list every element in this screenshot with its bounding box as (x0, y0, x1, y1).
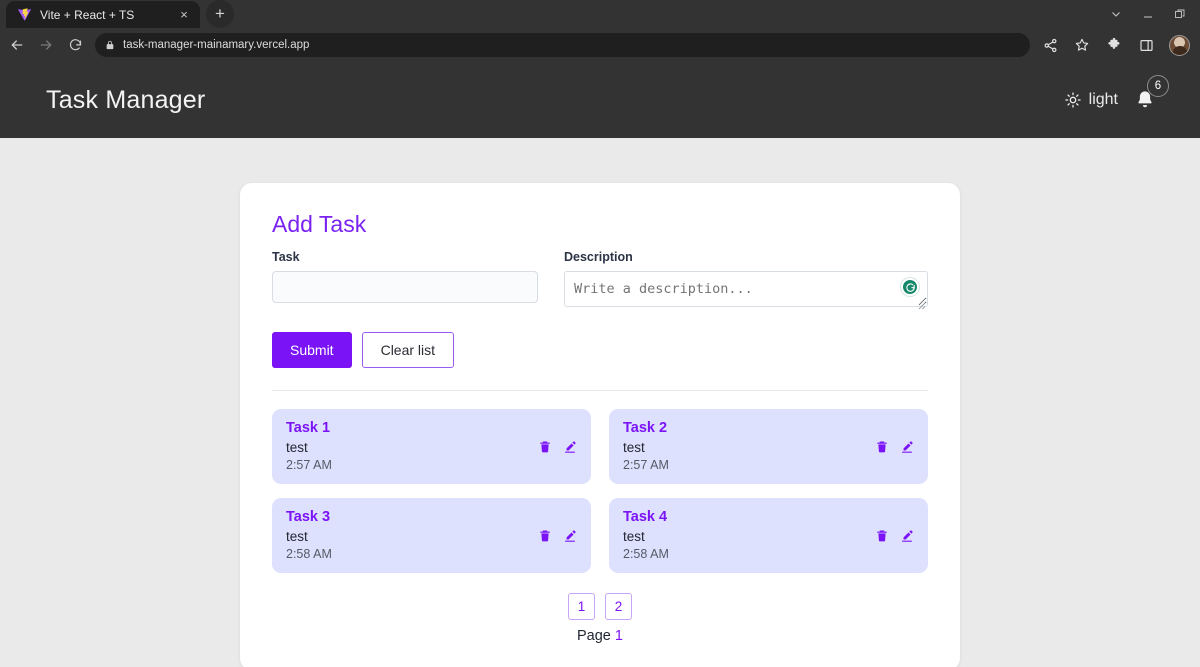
notifications-button[interactable]: 6 (1130, 75, 1169, 115)
page-title: Task Manager (46, 85, 206, 114)
task-description: test (286, 440, 308, 455)
grammarly-icon[interactable] (901, 278, 919, 296)
task-description: test (286, 529, 308, 544)
task-label: Task (272, 250, 300, 264)
browser-toolbar: task-manager-mainamary.vercel.app (0, 28, 1200, 62)
restore-icon[interactable] (1174, 8, 1186, 20)
task-input[interactable] (272, 271, 538, 303)
page-viewport: Task Manager light 6 Add Task Task Descr… (0, 62, 1200, 667)
task-actions (538, 440, 577, 454)
new-tab-button[interactable]: + (206, 0, 234, 28)
extensions-icon[interactable] (1105, 36, 1123, 54)
browser-window: Vite + React + TS × + task-manager-maina… (0, 0, 1200, 667)
task-description: test (623, 529, 645, 544)
sun-icon (1064, 91, 1082, 109)
pencil-icon[interactable] (900, 529, 914, 543)
page-status-prefix: Page (577, 628, 611, 644)
task-actions (875, 529, 914, 543)
trash-icon[interactable] (875, 440, 889, 454)
task-description: test (623, 440, 645, 455)
task-title: Task 4 (623, 509, 668, 525)
trash-icon[interactable] (538, 440, 552, 454)
pencil-icon[interactable] (563, 529, 577, 543)
window-controls (1110, 0, 1200, 28)
vite-logo-icon (18, 8, 31, 21)
url-text: task-manager-mainamary.vercel.app (123, 39, 310, 51)
task-title: Task 3 (286, 509, 331, 525)
address-bar[interactable]: task-manager-mainamary.vercel.app (95, 33, 1030, 57)
theme-label: light (1088, 91, 1118, 108)
description-label: Description (564, 250, 633, 264)
pencil-icon[interactable] (563, 440, 577, 454)
pagination: 1 2 (272, 593, 928, 620)
task-time: 2:58 AM (623, 547, 669, 561)
page-status-current: 1 (614, 628, 623, 644)
task-card[interactable]: Task 2 test 2:57 AM (609, 409, 928, 484)
section-title: Add Task (272, 211, 367, 237)
minimize-icon[interactable] (1142, 8, 1154, 20)
profile-avatar[interactable] (1169, 34, 1190, 56)
notification-badge: 6 (1147, 75, 1169, 97)
tab-title: Vite + React + TS (40, 7, 135, 22)
trash-icon[interactable] (875, 529, 889, 543)
browser-tab[interactable]: Vite + React + TS × (6, 1, 200, 28)
lock-icon (105, 40, 115, 50)
divider (272, 390, 928, 391)
page-button-1[interactable]: 1 (568, 593, 595, 620)
task-time: 2:57 AM (286, 458, 332, 472)
description-field-group: Description (564, 250, 928, 312)
share-icon[interactable] (1041, 36, 1059, 54)
side-panel-icon[interactable] (1137, 36, 1155, 54)
task-card[interactable]: Task 1 test 2:57 AM (272, 409, 591, 484)
form-buttons: Submit Clear list (272, 332, 928, 368)
header-actions: light 6 (1064, 75, 1169, 115)
resize-handle[interactable] (918, 302, 926, 310)
clear-list-button[interactable]: Clear list (361, 332, 455, 368)
add-task-form: Task Description (272, 250, 928, 312)
task-time: 2:57 AM (623, 458, 669, 472)
task-field-group: Task (272, 250, 538, 312)
task-actions (875, 440, 914, 454)
trash-icon[interactable] (538, 529, 552, 543)
tab-close-icon[interactable]: × (176, 7, 192, 23)
task-actions (538, 529, 577, 543)
back-button[interactable] (4, 32, 30, 58)
task-time: 2:58 AM (286, 547, 332, 561)
reload-button[interactable] (62, 32, 88, 58)
star-icon[interactable] (1073, 36, 1091, 54)
chevron-down-icon[interactable] (1110, 8, 1122, 20)
description-input[interactable] (564, 271, 928, 307)
task-manager-card: Add Task Task Description Write a descri… (240, 183, 960, 667)
task-card[interactable]: Task 3 test 2:58 AM (272, 498, 591, 573)
submit-button[interactable]: Submit (272, 332, 352, 368)
page-status: Page 1 (272, 628, 928, 644)
toolbar-icons (1039, 34, 1190, 56)
pencil-icon[interactable] (900, 440, 914, 454)
page-button-2[interactable]: 2 (605, 593, 632, 620)
content-area: Add Task Task Description Write a descri… (0, 138, 1200, 667)
tab-strip: Vite + React + TS × + (0, 0, 1200, 28)
task-title: Task 1 (286, 420, 331, 436)
theme-toggle-button[interactable]: light (1064, 91, 1118, 109)
task-card[interactable]: Task 4 test 2:58 AM (609, 498, 928, 573)
app-header: Task Manager light 6 (0, 62, 1200, 138)
task-title: Task 2 (623, 420, 668, 436)
forward-button[interactable] (33, 32, 59, 58)
task-list: Task 1 test 2:57 AM Task 2 test 2:57 AM … (272, 409, 928, 573)
